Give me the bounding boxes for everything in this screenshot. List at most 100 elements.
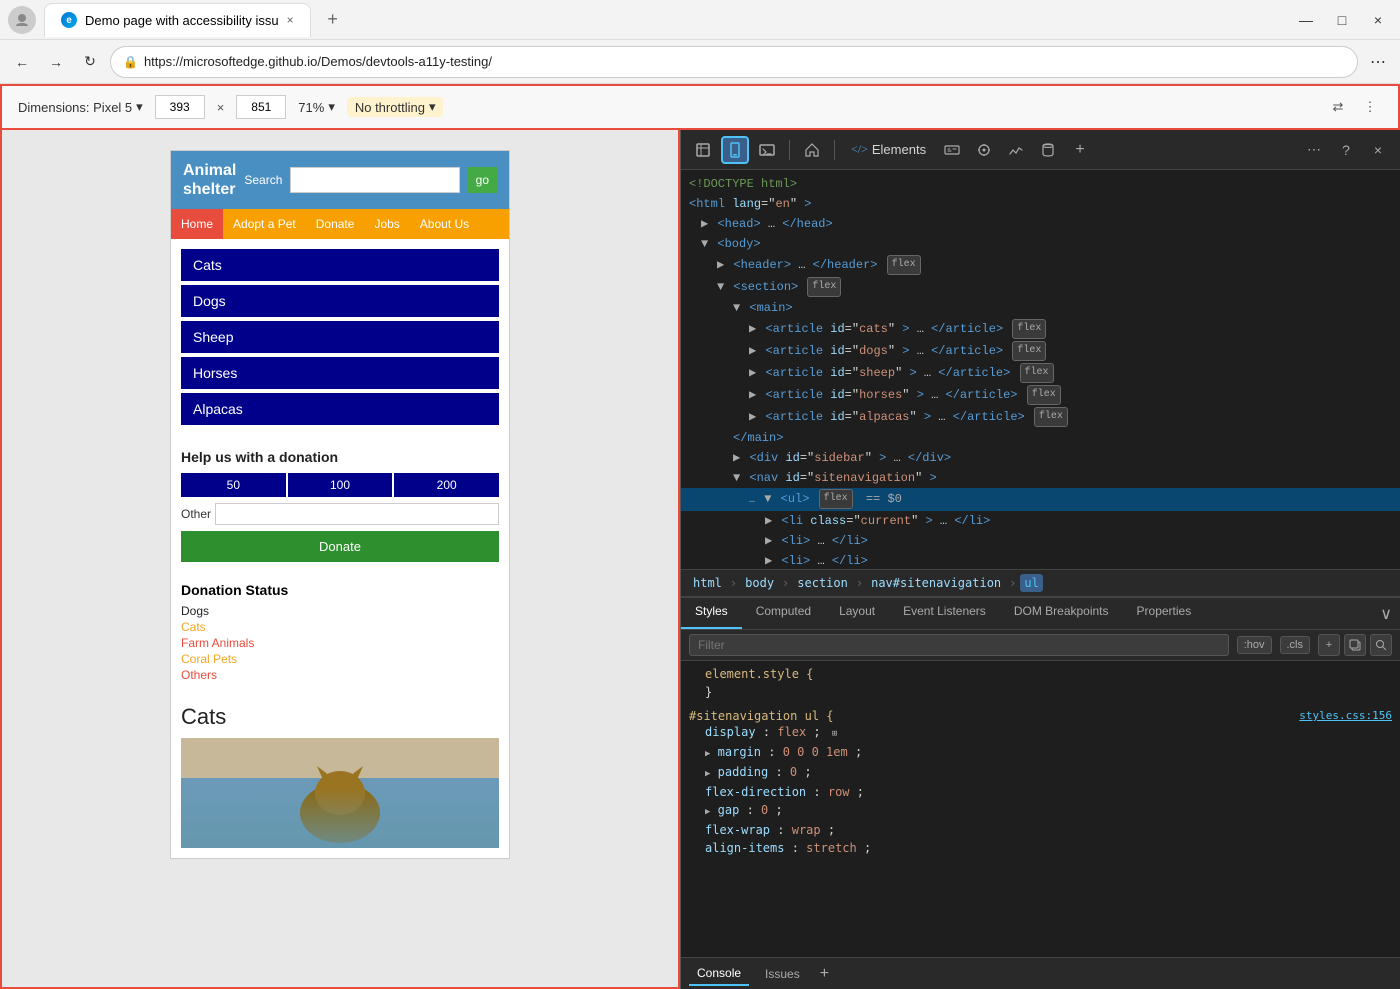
- console-tab[interactable]: Console: [689, 962, 749, 986]
- sources-tool[interactable]: [970, 136, 998, 164]
- inspect-tool[interactable]: [689, 136, 717, 164]
- dom-article-cats[interactable]: ▶ <article id="cats" > … </article> flex: [681, 318, 1400, 340]
- browser-tab[interactable]: e Demo page with accessibility issu ×: [44, 3, 311, 37]
- tab-layout[interactable]: Layout: [825, 598, 889, 629]
- address-url[interactable]: https://microsoftedge.github.io/Demos/de…: [144, 54, 1345, 69]
- toolbar-separator-1: [789, 140, 790, 160]
- dom-article-horses[interactable]: ▶ <article id="horses" > … </article> fl…: [681, 384, 1400, 406]
- tab-styles[interactable]: Styles: [681, 598, 742, 629]
- dom-ul[interactable]: … ▼ <ul> flex == $0: [681, 488, 1400, 511]
- height-input[interactable]: [236, 95, 286, 119]
- device-emulation-tool[interactable]: [721, 136, 749, 164]
- tab-event-listeners[interactable]: Event Listeners: [889, 598, 1000, 629]
- dom-body-open[interactable]: ▼ <body>: [681, 234, 1400, 254]
- rotate-icon[interactable]: ⇄: [1326, 95, 1350, 119]
- add-style-icon[interactable]: +: [1318, 634, 1340, 656]
- dom-doctype[interactable]: <!DOCTYPE html>: [681, 174, 1400, 194]
- console-tool[interactable]: [753, 136, 781, 164]
- nav-about[interactable]: About Us: [410, 209, 479, 239]
- donation-100[interactable]: 100: [288, 473, 393, 497]
- dom-nav[interactable]: ▼ <nav id="sitenavigation" >: [681, 468, 1400, 488]
- devtools-close-button[interactable]: ×: [1364, 136, 1392, 164]
- issues-tab[interactable]: Issues: [757, 963, 808, 985]
- performance-tool[interactable]: [1002, 136, 1030, 164]
- help-icon[interactable]: ?: [1332, 136, 1360, 164]
- elements-panel-tab[interactable]: </> Elements: [843, 138, 934, 161]
- maximize-button[interactable]: □: [1328, 6, 1356, 34]
- cls-filter-button[interactable]: .cls: [1280, 636, 1311, 654]
- dom-li-3[interactable]: ▶ <li> … </li>: [681, 551, 1400, 569]
- animal-item-dogs[interactable]: Dogs: [181, 285, 499, 317]
- memory-tool[interactable]: [1034, 136, 1062, 164]
- home-tool[interactable]: [798, 136, 826, 164]
- nav-home[interactable]: Home: [171, 209, 223, 239]
- forward-button[interactable]: →: [42, 48, 70, 76]
- go-button[interactable]: go: [468, 167, 497, 193]
- back-button[interactable]: ←: [8, 48, 36, 76]
- browser-settings-button[interactable]: ⋯: [1364, 48, 1392, 76]
- dom-article-alpacas[interactable]: ▶ <article id="alpacas" > … </article> f…: [681, 406, 1400, 428]
- bc-html[interactable]: html: [689, 574, 726, 592]
- styles-filter-input[interactable]: [689, 634, 1229, 656]
- search-input[interactable]: [290, 167, 459, 193]
- dom-main[interactable]: ▼ <main>: [681, 298, 1400, 318]
- more-options-icon[interactable]: ⋮: [1358, 95, 1382, 119]
- status-farm-animals: Farm Animals: [181, 636, 499, 650]
- copy-style-icon[interactable]: [1344, 634, 1366, 656]
- styles-source-link[interactable]: styles.css:156: [1299, 709, 1392, 722]
- refresh-button[interactable]: ↻: [76, 48, 104, 76]
- settings-icon[interactable]: ⋯: [1300, 136, 1328, 164]
- animal-item-alpacas[interactable]: Alpacas: [181, 393, 499, 425]
- gap-triangle-icon[interactable]: ▶: [705, 807, 710, 817]
- nav-jobs[interactable]: Jobs: [364, 209, 409, 239]
- panel-collapse[interactable]: ∨: [1372, 598, 1400, 629]
- tab-computed[interactable]: Computed: [742, 598, 825, 629]
- donation-200[interactable]: 200: [394, 473, 499, 497]
- add-tool[interactable]: +: [1066, 136, 1094, 164]
- margin-triangle-icon[interactable]: ▶: [705, 749, 710, 759]
- bc-section[interactable]: section: [793, 574, 852, 592]
- elements-label: Elements: [872, 142, 926, 157]
- dom-li-2[interactable]: ▶ <li> … </li>: [681, 531, 1400, 551]
- dom-article-sheep[interactable]: ▶ <article id="sheep" > … </article> fle…: [681, 362, 1400, 384]
- bc-nav[interactable]: nav#sitenavigation: [867, 574, 1005, 592]
- dom-sidebar[interactable]: ▶ <div id="sidebar" > … </div>: [681, 448, 1400, 468]
- width-input[interactable]: [155, 95, 205, 119]
- nav-donate[interactable]: Donate: [306, 209, 365, 239]
- animal-item-sheep[interactable]: Sheep: [181, 321, 499, 353]
- device-selector[interactable]: Dimensions: Pixel 5 ▾: [18, 99, 143, 115]
- other-amount-input[interactable]: [215, 503, 499, 525]
- bc-ul[interactable]: ul: [1020, 574, 1042, 592]
- add-panel-button[interactable]: +: [820, 965, 829, 983]
- dom-article-dogs[interactable]: ▶ <article id="dogs" > … </article> flex: [681, 340, 1400, 362]
- bc-body[interactable]: body: [741, 574, 778, 592]
- hov-filter-button[interactable]: :hov: [1237, 636, 1272, 654]
- nav-adopt[interactable]: Adopt a Pet: [223, 209, 306, 239]
- network-tool[interactable]: [938, 136, 966, 164]
- close-button[interactable]: ×: [1364, 6, 1392, 34]
- zoom-selector[interactable]: 71% ▾: [298, 99, 335, 115]
- dom-head[interactable]: ▶ <head> … </head>: [681, 214, 1400, 234]
- donation-section: Help us with a donation 50 100 200 Other…: [171, 439, 509, 572]
- throttle-selector[interactable]: No throttling ▾: [347, 97, 444, 117]
- minimize-button[interactable]: —: [1292, 6, 1320, 34]
- inspect-style-icon[interactable]: [1370, 634, 1392, 656]
- animal-item-horses[interactable]: Horses: [181, 357, 499, 389]
- dom-li-current[interactable]: ▶ <li class="current" > … </li>: [681, 511, 1400, 531]
- donate-button[interactable]: Donate: [181, 531, 499, 562]
- dom-main-close[interactable]: </main>: [681, 428, 1400, 448]
- new-tab-button[interactable]: +: [319, 6, 347, 34]
- dom-section[interactable]: ▼ <section> flex: [681, 276, 1400, 298]
- tab-properties[interactable]: Properties: [1123, 598, 1206, 629]
- flex-triangle-icon[interactable]: ⊞: [832, 729, 837, 739]
- user-avatar[interactable]: [8, 6, 36, 34]
- donation-50[interactable]: 50: [181, 473, 286, 497]
- address-bar[interactable]: 🔒 https://microsoftedge.github.io/Demos/…: [110, 46, 1358, 78]
- dom-header[interactable]: ▶ <header> … </header> flex: [681, 254, 1400, 276]
- dom-tree[interactable]: <!DOCTYPE html> <html lang="en" > ▶ <hea…: [681, 170, 1400, 569]
- tab-dom-breakpoints[interactable]: DOM Breakpoints: [1000, 598, 1123, 629]
- animal-item-cats[interactable]: Cats: [181, 249, 499, 281]
- dom-html[interactable]: <html lang="en" >: [681, 194, 1400, 214]
- tab-close-button[interactable]: ×: [287, 13, 294, 27]
- padding-triangle-icon[interactable]: ▶: [705, 769, 710, 779]
